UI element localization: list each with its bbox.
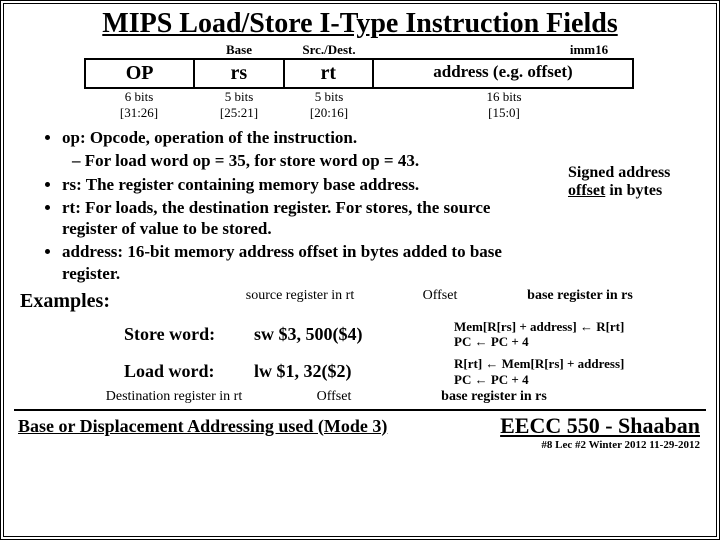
instruction-field-table: OP rs rt address (e.g. offset) bbox=[84, 58, 634, 89]
offset-note-underline: offset bbox=[568, 182, 605, 199]
field-address-label: address (e.g. offset) bbox=[433, 62, 572, 81]
op-bits: 6 bits bbox=[125, 89, 154, 104]
store-label: Store word: bbox=[124, 324, 254, 345]
addressing-mode: Base or Displacement Addressing used (Mo… bbox=[14, 416, 500, 437]
store-word-row: Store word: sw $3, 500($4) Mem[R[rs] + a… bbox=[124, 319, 706, 350]
label-offset-bottom: Offset bbox=[274, 389, 394, 405]
rs-bits: 5 bits bbox=[225, 89, 254, 104]
offset-note-tail: in bytes bbox=[605, 182, 662, 199]
store-semantics: Mem[R[rs] + address] ← R[rt] PC ← PC + 4 bbox=[454, 319, 654, 350]
bullet-list: op: Opcode, operation of the instruction… bbox=[44, 127, 524, 284]
course-id: EECC 550 - Shaaban bbox=[500, 413, 706, 439]
label-offset-top: Offset bbox=[380, 288, 500, 304]
load-instr: lw $1, 32($2) bbox=[254, 361, 454, 382]
field-rs: rs bbox=[195, 60, 284, 87]
label-srcdest: Src./Dest. bbox=[284, 42, 374, 58]
offset-note: Signed address offset in bytes bbox=[568, 164, 698, 200]
addr-range: [15:0] bbox=[488, 105, 520, 120]
rt-bits: 5 bits bbox=[315, 89, 344, 104]
slide-meta: #8 Lec #2 Winter 2012 11-29-2012 bbox=[14, 439, 706, 451]
bullet-op-sub: – For load word op = 35, for store word … bbox=[72, 150, 524, 171]
field-top-labels: Base Src./Dest. imm16 bbox=[84, 42, 706, 58]
field-address: address (e.g. offset) bbox=[374, 60, 632, 87]
example-col-labels-bottom: Destination register in rt Offset base r… bbox=[74, 389, 706, 405]
load-mem1: R[rt] ← Mem[R[rs] + address] bbox=[454, 356, 624, 371]
rs-range: [25:21] bbox=[220, 105, 258, 120]
offset-note-line1: Signed address bbox=[568, 164, 670, 181]
bullet-rt: rt: For loads, the destination register.… bbox=[62, 197, 524, 240]
bullet-address: address: 16-bit memory address offset in… bbox=[62, 241, 524, 284]
bullet-op: op: Opcode, operation of the instruction… bbox=[62, 127, 524, 148]
load-label: Load word: bbox=[124, 361, 254, 382]
load-semantics: R[rt] ← Mem[R[rs] + address] PC ← PC + 4 bbox=[454, 356, 654, 387]
bullet-rs: rs: The register containing memory base … bbox=[62, 174, 524, 195]
page-title: MIPS Load/Store I-Type Instruction Field… bbox=[14, 8, 706, 40]
load-mem2: PC ← PC + 4 bbox=[454, 372, 529, 387]
label-destreg: Destination register in rt bbox=[74, 389, 274, 405]
field-rt: rt bbox=[285, 60, 374, 87]
label-basereg-bottom: base register in rs bbox=[394, 389, 594, 405]
label-base: Base bbox=[194, 42, 284, 58]
load-word-row: Load word: lw $1, 32($2) R[rt] ← Mem[R[r… bbox=[124, 356, 706, 387]
footer: Base or Displacement Addressing used (Mo… bbox=[14, 409, 706, 439]
label-basereg-top: base register in rs bbox=[500, 288, 660, 304]
addr-bits: 16 bits bbox=[486, 89, 521, 104]
label-srcreg: source register in rt bbox=[220, 288, 380, 304]
label-imm: imm16 bbox=[554, 42, 624, 58]
op-range: [31:26] bbox=[120, 105, 158, 120]
store-instr: sw $3, 500($4) bbox=[254, 324, 454, 345]
rt-range: [20:16] bbox=[310, 105, 348, 120]
slide-frame: MIPS Load/Store I-Type Instruction Field… bbox=[0, 0, 720, 540]
examples-heading: Examples: bbox=[20, 290, 110, 313]
field-op: OP bbox=[86, 60, 195, 87]
example-col-labels-top: source register in rt Offset base regist… bbox=[220, 288, 706, 304]
field-bit-widths: 6 bits[31:26] 5 bits[25:21] 5 bits[20:16… bbox=[84, 89, 706, 121]
store-mem2: PC ← PC + 4 bbox=[454, 334, 529, 349]
store-mem1: Mem[R[rs] + address] ← R[rt] bbox=[454, 319, 624, 334]
